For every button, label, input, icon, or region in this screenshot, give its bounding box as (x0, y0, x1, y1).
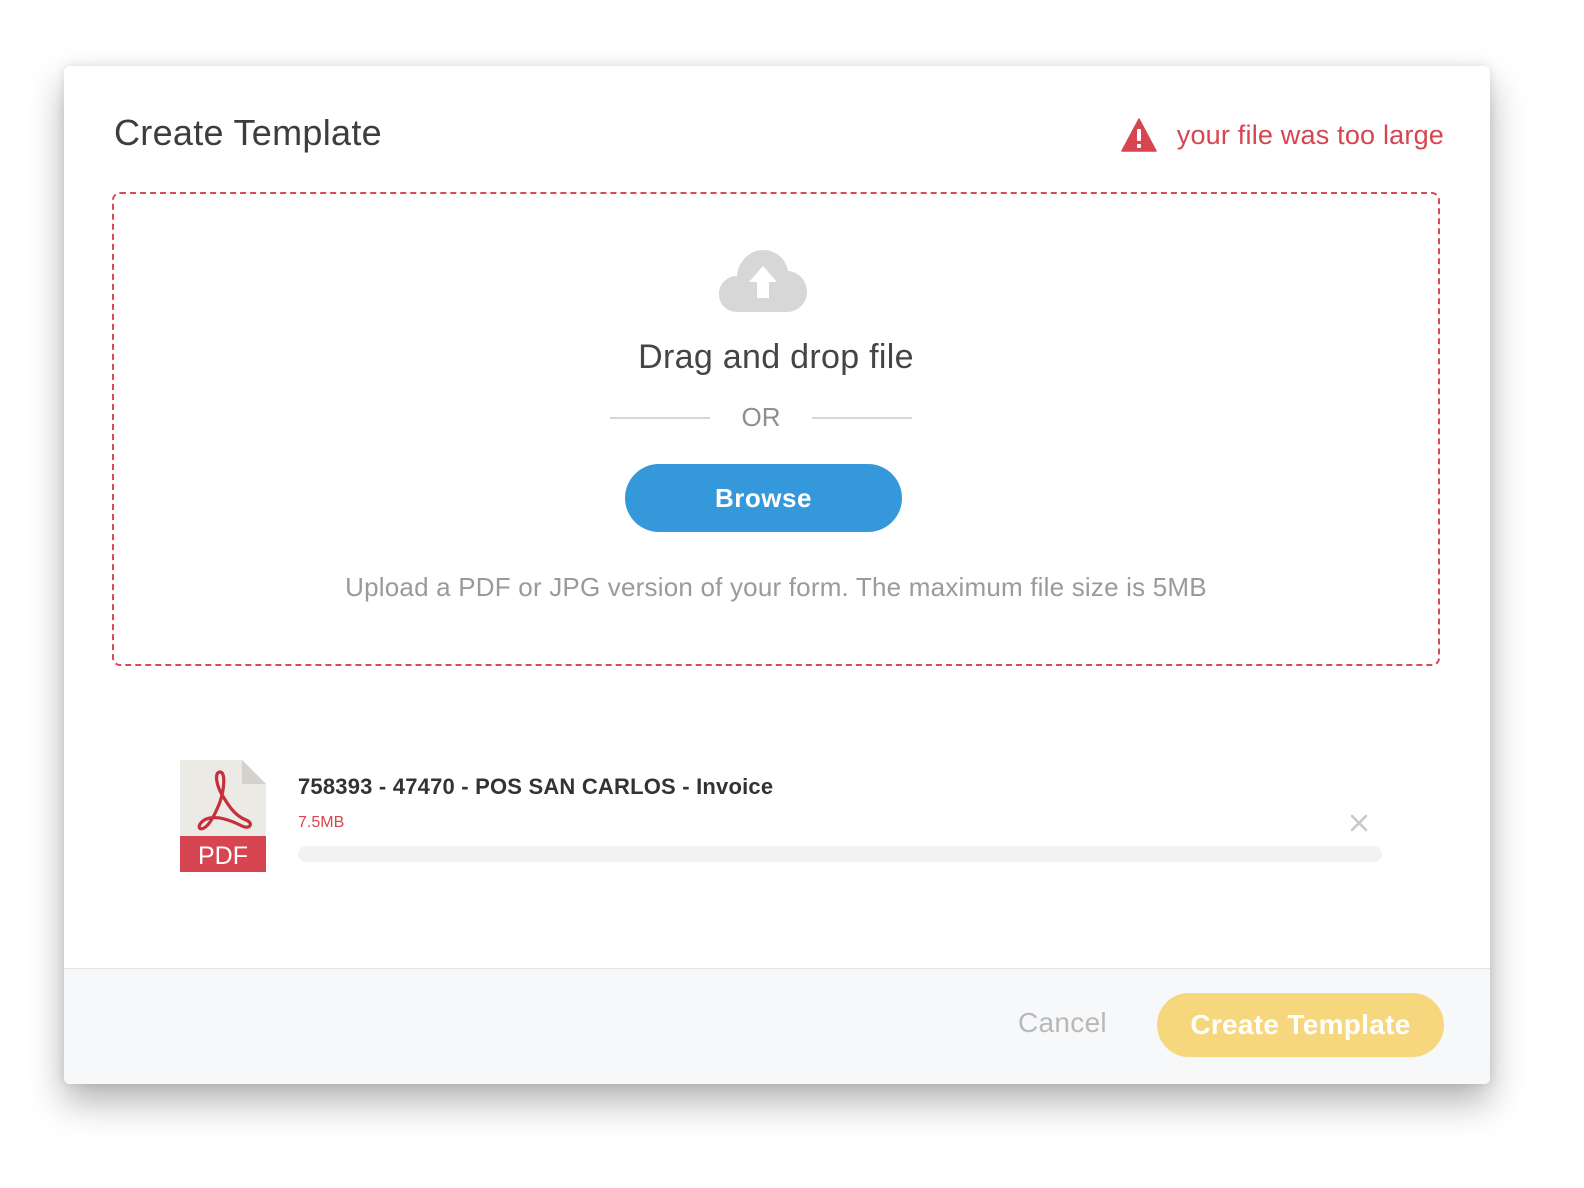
dialog-footer: Cancel Create Template (64, 968, 1490, 1084)
upload-hint: Upload a PDF or JPG version of your form… (345, 572, 1207, 602)
error-text: your file was too large (1176, 119, 1444, 150)
warning-triangle-icon (1121, 118, 1157, 152)
browse-button[interactable]: Browse (625, 464, 902, 532)
or-divider: OR (610, 400, 912, 436)
pdf-file-icon: PDF (180, 760, 266, 872)
uploaded-file-item: PDF 758393 - 47470 - POS SAN CARLOS - In… (180, 760, 1390, 880)
create-template-dialog: Create Template your file was too large … (64, 66, 1490, 1084)
file-size: 7.5MB (298, 814, 345, 831)
create-template-button[interactable]: Create Template (1157, 993, 1444, 1057)
dialog-title: Create Template (114, 112, 382, 153)
upload-progress-bar (298, 846, 1382, 862)
error-message: your file was too large (1121, 118, 1444, 152)
drag-drop-heading: Drag and drop file (638, 338, 914, 376)
close-icon[interactable] (1348, 812, 1370, 834)
file-name: 758393 - 47470 - POS SAN CARLOS - Invoic… (298, 774, 774, 799)
cloud-upload-icon (719, 250, 807, 312)
divider-line-right (812, 417, 912, 419)
pdf-icon-label: PDF (198, 842, 248, 870)
file-dropzone[interactable]: Drag and drop file OR Browse Upload a PD… (112, 192, 1440, 666)
cancel-button[interactable]: Cancel (1018, 1007, 1107, 1039)
